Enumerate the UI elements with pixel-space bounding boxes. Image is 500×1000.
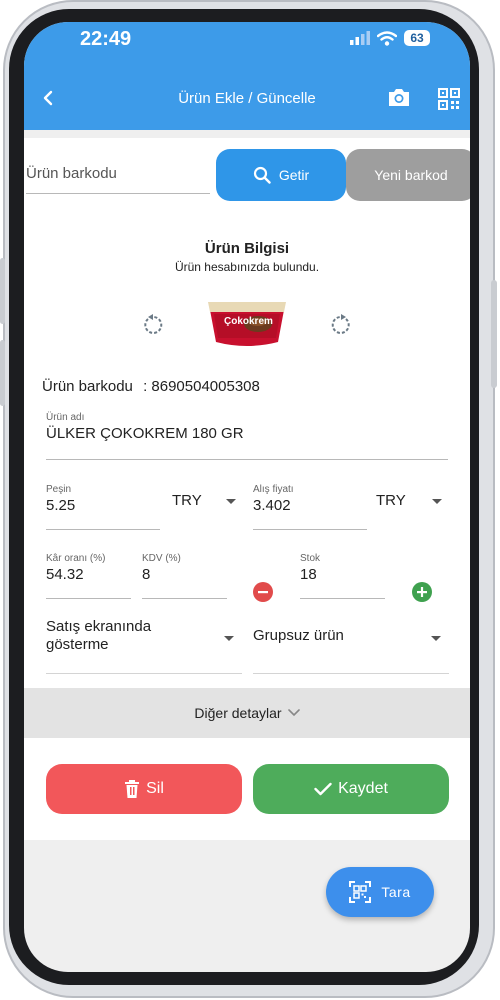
other-details-toggle[interactable]: Diğer detaylar [24, 688, 470, 738]
stock-field[interactable]: Stok 18 [300, 553, 385, 599]
new-barcode-button[interactable]: Yeni barkod [346, 149, 470, 201]
barcode-label: Ürün barkodu [42, 378, 133, 395]
sales-screen-value: Satış ekranında gösterme [46, 618, 152, 653]
purchase-price-label: Alış fiyatı [253, 484, 294, 495]
qr-scan-button[interactable] [438, 88, 460, 115]
field-underline [46, 598, 131, 599]
battery-icon: 63 [404, 30, 430, 46]
product-brand-text: Çokokrem [224, 316, 273, 327]
vat-value: 8 [142, 566, 151, 583]
field-underline [46, 529, 160, 530]
vat-label: KDV (%) [142, 553, 181, 564]
other-details-label: Diğer detaylar [194, 705, 282, 721]
purchase-price-field[interactable]: Alış fiyatı 3.402 [253, 484, 367, 530]
check-icon [314, 782, 332, 796]
field-underline [46, 459, 448, 460]
phone-side-button [0, 258, 5, 324]
vat-field[interactable]: KDV (%) 8 [142, 553, 227, 599]
minus-icon [258, 591, 268, 594]
product-card: Ürün Bilgisi Ürün hesabınızda bulundu. Ç… [24, 220, 470, 840]
field-underline [253, 529, 367, 530]
chevron-down-icon [226, 499, 236, 504]
delete-button[interactable]: Sil [46, 764, 242, 814]
product-name-field[interactable]: Ürün adı ÜLKER ÇOKOKREM 180 GR [46, 412, 448, 460]
scan-fab-button[interactable]: Tara [326, 867, 434, 917]
camera-button[interactable] [387, 86, 411, 113]
status-icons: 63 [350, 30, 430, 46]
barcode-search-row: Getir Yeni barkod [24, 138, 470, 220]
product-name-label: Ürün adı [46, 412, 85, 423]
trash-icon [125, 780, 140, 798]
stock-label: Stok [300, 553, 321, 564]
profit-rate-value: 54.32 [46, 566, 84, 583]
fetch-button[interactable]: Getir [216, 149, 346, 201]
profit-rate-field[interactable]: Kâr oranı (%) 54.32 [46, 553, 131, 599]
stock-value: 18 [300, 566, 317, 583]
app-screen: 22:49 63 Ürün Ekle / Güncelle Ürün barko… [24, 22, 470, 972]
status-time: 22:49 [80, 28, 132, 50]
chevron-down-icon [432, 499, 442, 504]
product-heading: Ürün Bilgisi [204, 240, 290, 257]
fetch-button-label: Getir [278, 167, 310, 183]
field-underline [300, 598, 385, 599]
product-name-value: ÜLKER ÇOKOKREM 180 GR [46, 425, 244, 442]
barcode-info: Ürün barkodu : 8690504005308 [42, 378, 260, 395]
group-value: Grupsuz ürün [253, 627, 344, 644]
search-icon [253, 166, 271, 184]
barcode-search-input[interactable] [26, 154, 210, 194]
chevron-down-icon [224, 636, 234, 641]
save-button[interactable]: Kaydet [253, 764, 449, 814]
phone-side-button [0, 340, 5, 406]
rotate-right-button[interactable] [330, 314, 352, 341]
cash-currency-value: TRY [172, 492, 202, 509]
chevron-down-icon [431, 636, 441, 641]
camera-icon [389, 89, 409, 106]
barcode-value: : 8690504005308 [143, 378, 260, 395]
field-underline [142, 598, 227, 599]
plus-icon [417, 587, 427, 597]
product-image: Çokokrem [204, 294, 290, 355]
app-bar: 22:49 63 Ürün Ekle / Güncelle [24, 22, 470, 130]
product-subheading: Ürün hesabınızda bulundu. [174, 260, 320, 274]
profit-rate-label: Kâr oranı (%) [46, 553, 106, 564]
group-select[interactable]: Grupsuz ürün [253, 618, 449, 674]
purchase-currency-select[interactable]: TRY [376, 492, 446, 512]
wifi-icon [377, 30, 397, 46]
purchase-price-value: 3.402 [253, 497, 291, 514]
chevron-down-icon [287, 709, 300, 717]
cash-price-field[interactable]: Peşin 5.25 [46, 484, 160, 530]
qr-code-icon [438, 88, 460, 110]
stock-decrease-button[interactable] [253, 582, 273, 602]
sales-screen-select[interactable]: Satış ekranında gösterme [46, 618, 242, 674]
delete-button-label: Sil [146, 780, 164, 797]
rotate-left-icon [144, 314, 163, 334]
signal-icon [350, 31, 370, 45]
rotate-left-button[interactable] [142, 314, 164, 341]
purchase-currency-value: TRY [376, 492, 406, 509]
qr-scan-icon [349, 881, 372, 903]
cash-currency-select[interactable]: TRY [172, 492, 238, 512]
rotate-right-icon [331, 314, 350, 334]
cash-price-value: 5.25 [46, 497, 76, 514]
save-button-label: Kaydet [338, 780, 388, 797]
phone-side-button [491, 280, 497, 388]
scan-button-label: Tara [381, 884, 411, 900]
stock-increase-button[interactable] [412, 582, 432, 602]
new-barcode-label: Yeni barkod [374, 167, 448, 183]
cash-price-label: Peşin [46, 484, 72, 495]
